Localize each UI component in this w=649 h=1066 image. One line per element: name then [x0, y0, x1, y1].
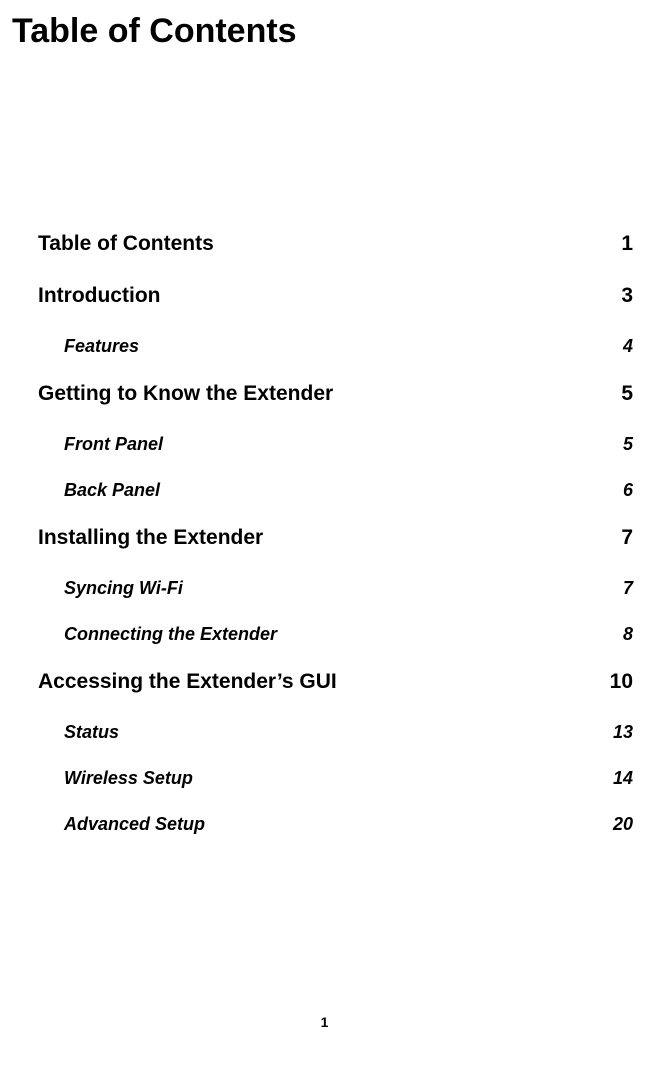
toc-subentry-features: Features 4 [38, 336, 633, 357]
toc-entry-table-of-contents: Table of Contents 1 [38, 232, 633, 256]
toc-subentry-page: 4 [623, 336, 633, 357]
toc-group: Getting to Know the Extender 5 Front Pan… [38, 382, 633, 501]
page-number: 1 [0, 1014, 649, 1030]
toc-entry-accessing-gui: Accessing the Extender’s GUI 10 [38, 670, 633, 694]
toc-subentry-page: 5 [623, 434, 633, 455]
toc-subentry-page: 6 [623, 480, 633, 501]
toc-entry-installing: Installing the Extender 7 [38, 526, 633, 550]
toc-container: Table of Contents 1 Introduction 3 Featu… [38, 232, 633, 860]
toc-entry-label: Installing the Extender [38, 526, 263, 550]
toc-subentry-label: Front Panel [64, 434, 163, 455]
toc-entry-label: Accessing the Extender’s GUI [38, 670, 337, 694]
toc-subentry-label: Back Panel [64, 480, 160, 501]
toc-subentry-label: Connecting the Extender [64, 624, 277, 645]
toc-subentry-status: Status 13 [38, 722, 633, 743]
toc-subentry-label: Wireless Setup [64, 768, 193, 789]
toc-entry-page: 1 [621, 232, 633, 256]
toc-entry-label: Introduction [38, 284, 160, 308]
toc-subentry-page: 14 [613, 768, 633, 789]
toc-subentry-front-panel: Front Panel 5 [38, 434, 633, 455]
toc-subentry-syncing-wifi: Syncing Wi-Fi 7 [38, 578, 633, 599]
toc-group: Table of Contents 1 [38, 232, 633, 256]
toc-entry-label: Table of Contents [38, 232, 214, 256]
toc-group: Introduction 3 Features 4 [38, 284, 633, 357]
toc-subentry-advanced-setup: Advanced Setup 20 [38, 814, 633, 835]
page-title: Table of Contents [12, 12, 297, 51]
toc-subentry-back-panel: Back Panel 6 [38, 480, 633, 501]
toc-entry-page: 7 [621, 526, 633, 550]
toc-subentry-label: Features [64, 336, 139, 357]
toc-entry-getting-to-know: Getting to Know the Extender 5 [38, 382, 633, 406]
toc-subentry-page: 7 [623, 578, 633, 599]
toc-entry-label: Getting to Know the Extender [38, 382, 333, 406]
toc-subentry-page: 20 [613, 814, 633, 835]
toc-subentry-page: 13 [613, 722, 633, 743]
toc-group: Installing the Extender 7 Syncing Wi-Fi … [38, 526, 633, 645]
toc-subentry-connecting: Connecting the Extender 8 [38, 624, 633, 645]
toc-entry-page: 10 [610, 670, 633, 694]
toc-entry-page: 5 [621, 382, 633, 406]
toc-group: Accessing the Extender’s GUI 10 Status 1… [38, 670, 633, 835]
toc-subentry-wireless-setup: Wireless Setup 14 [38, 768, 633, 789]
toc-subentry-label: Status [64, 722, 119, 743]
toc-subentry-label: Advanced Setup [64, 814, 205, 835]
toc-subentry-label: Syncing Wi-Fi [64, 578, 183, 599]
toc-entry-introduction: Introduction 3 [38, 284, 633, 308]
toc-entry-page: 3 [621, 284, 633, 308]
toc-subentry-page: 8 [623, 624, 633, 645]
